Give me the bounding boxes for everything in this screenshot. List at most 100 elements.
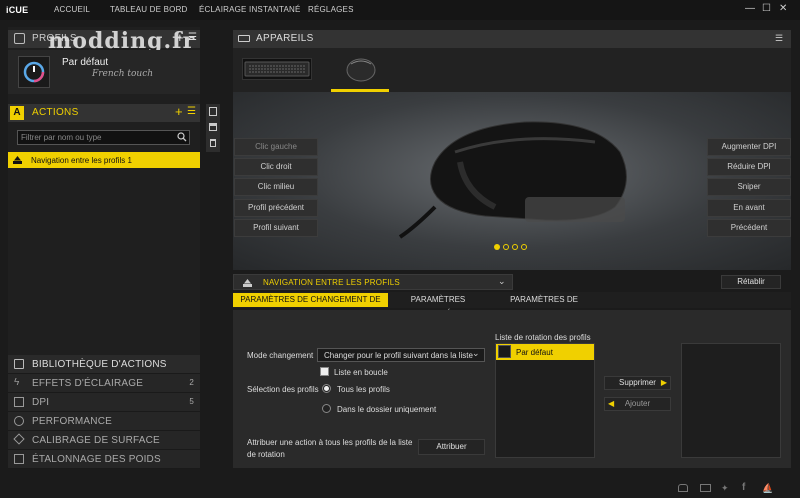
mouse-device-tab[interactable] — [331, 54, 389, 90]
selection-label: Sélection des profils — [247, 385, 319, 394]
action-item-label: Navigation entre les profils 1 — [31, 156, 132, 165]
minimize-icon[interactable]: — — [745, 3, 755, 14]
profiles-folder-icon — [14, 33, 25, 44]
keyboard-icon — [238, 35, 250, 42]
mode-chevron-icon: ⌄ — [472, 348, 480, 358]
library-dpi-count: 5 — [189, 397, 194, 406]
rotation-item-label: Par défaut — [516, 348, 553, 357]
lightning-icon: ϟ — [14, 377, 20, 388]
library-lighting-count: 2 — [189, 378, 194, 387]
keyboard-thumbnail-icon — [244, 61, 310, 77]
chevron-down-icon: ⌄ — [498, 276, 506, 286]
nav-accueil[interactable]: ACCUEIL — [54, 5, 90, 14]
mode-select-value: Changer pour le profil suivant dans la l… — [324, 351, 473, 360]
save-icon[interactable] — [209, 123, 217, 131]
mouse-btn-prev-profile[interactable]: Profil précédent — [234, 199, 318, 217]
corsair-power-icon — [23, 61, 45, 83]
dpi-icon — [14, 397, 24, 407]
chat-icon[interactable] — [700, 484, 711, 492]
library-surface[interactable]: CALIBRAGE DE SURFACE — [8, 431, 200, 450]
add-button-label: Ajouter — [624, 399, 651, 408]
delete-button-label: Supprimer — [619, 378, 656, 387]
trash-icon[interactable] — [210, 139, 216, 147]
devices-header — [233, 30, 791, 48]
nav-tableau-de-bord[interactable]: TABLEAU DE BORD — [110, 5, 188, 14]
device-tabs-bar — [233, 48, 791, 92]
reset-button[interactable]: Rétablir — [721, 275, 781, 289]
tab-advanced-settings[interactable]: PARAMÈTRES AVANCÉS — [393, 293, 483, 318]
mouse-btn-middle-click[interactable]: Clic milieu — [234, 178, 318, 196]
mouse-btn-dpi-down[interactable]: Réduire DPI — [707, 158, 791, 176]
maximize-icon[interactable]: ☐ — [762, 3, 771, 14]
twitter-icon[interactable]: ✦ — [721, 483, 729, 494]
arrow-left-icon: ◀ — [608, 399, 615, 408]
facebook-icon[interactable]: f — [742, 482, 745, 493]
loop-label: Liste en boucle — [334, 368, 388, 377]
tab-launch-settings[interactable]: PARAMÈTRES DE LANCEMENT — [488, 293, 600, 318]
nav-reglages[interactable]: RÉGLAGES — [308, 5, 354, 14]
view-dot-2[interactable] — [503, 244, 509, 250]
mouse-btn-right-click[interactable]: Clic droit — [234, 158, 318, 176]
mouse-image — [398, 121, 627, 239]
add-button[interactable]: ◀ Ajouter — [604, 397, 671, 411]
add-action-icon[interactable]: + — [175, 104, 183, 119]
library-weights[interactable]: ÉTALONNAGE DES POIDS — [8, 450, 200, 469]
devices-title: APPAREILS — [256, 33, 314, 44]
library-performance-label: PERFORMANCE — [32, 416, 112, 427]
library-actions-label: BIBLIOTHÈQUE D'ACTIONS — [32, 359, 167, 370]
loop-checkbox[interactable] — [320, 367, 329, 376]
delete-button[interactable]: Supprimer ▶ — [604, 376, 671, 390]
keyboard-device-tab[interactable] — [242, 58, 312, 80]
mouse-thumbnail-icon — [346, 58, 376, 82]
mouse-btn-forward[interactable]: En avant — [707, 199, 791, 217]
mouse-btn-dpi-up[interactable]: Augmenter DPI — [707, 138, 791, 156]
library-lighting[interactable]: ϟ EFFETS D'ÉCLAIRAGE 2 — [8, 374, 200, 393]
current-profile-subtitle: French touch — [92, 69, 154, 79]
mouse-btn-sniper[interactable]: Sniper — [707, 178, 791, 196]
radio-all-profiles[interactable] — [322, 384, 331, 393]
devices-menu-icon[interactable]: ☰ — [775, 33, 783, 44]
filter-placeholder: Filtrer par nom ou type — [21, 133, 102, 142]
weight-icon — [14, 454, 24, 464]
folder-icon — [14, 359, 24, 369]
mouse-btn-next-profile[interactable]: Profil suivant — [234, 219, 318, 237]
action-section-title: NAVIGATION ENTRE LES PROFILS — [263, 278, 400, 287]
nav-eclairage-instantane[interactable]: ÉCLAIRAGE INSTANTANÉ — [199, 5, 301, 14]
library-performance[interactable]: PERFORMANCE — [8, 412, 200, 431]
actions-title: ACTIONS — [32, 107, 79, 118]
copy-icon[interactable] — [209, 107, 217, 116]
mouse-btn-left-click[interactable]: Clic gauche — [234, 138, 318, 156]
view-dot-4[interactable] — [521, 244, 527, 250]
tab-change-settings[interactable]: PARAMÈTRES DE CHANGEMENT DE PROFIL — [233, 293, 388, 318]
library-lighting-label: EFFETS D'ÉCLAIRAGE — [32, 378, 144, 389]
app-logo: iCUE — [6, 5, 29, 15]
library-dpi-label: DPI — [32, 397, 50, 408]
close-icon[interactable]: ✕ — [779, 3, 787, 14]
action-item-icon — [13, 156, 22, 166]
view-dot-3[interactable] — [512, 244, 518, 250]
search-icon[interactable] — [177, 132, 187, 144]
assign-label: Attribuer une action à tous les profils … — [247, 438, 413, 459]
rotation-item-avatar — [498, 345, 511, 358]
radio-selected-dot — [324, 386, 329, 391]
actions-menu-icon[interactable]: ☰ — [187, 106, 196, 117]
profile-avatar — [18, 56, 50, 88]
library-dpi[interactable]: DPI 5 — [8, 393, 200, 412]
mouse-btn-back[interactable]: Précédent — [707, 219, 791, 237]
corsair-icon[interactable] — [678, 484, 688, 492]
surface-icon — [13, 433, 25, 445]
current-profile-name: Par défaut — [62, 57, 109, 68]
actions-a-icon: A — [10, 106, 24, 120]
radio-folder-only[interactable] — [322, 404, 331, 413]
rotation-header: Liste de rotation des profils — [495, 333, 591, 342]
view-dot-1[interactable] — [494, 244, 500, 250]
library-weights-label: ÉTALONNAGE DES POIDS — [32, 454, 161, 465]
sails-icon[interactable]: ⛵ — [762, 483, 773, 494]
gauge-icon — [14, 416, 24, 426]
assign-button[interactable]: Attribuer — [418, 439, 485, 455]
action-dropdown-icon — [243, 279, 252, 289]
mode-label: Mode changement — [247, 351, 314, 360]
library-list: BIBLIOTHÈQUE D'ACTIONS ϟ EFFETS D'ÉCLAIR… — [8, 355, 200, 469]
library-actions[interactable]: BIBLIOTHÈQUE D'ACTIONS — [8, 355, 200, 374]
arrow-right-icon: ▶ — [660, 378, 667, 387]
